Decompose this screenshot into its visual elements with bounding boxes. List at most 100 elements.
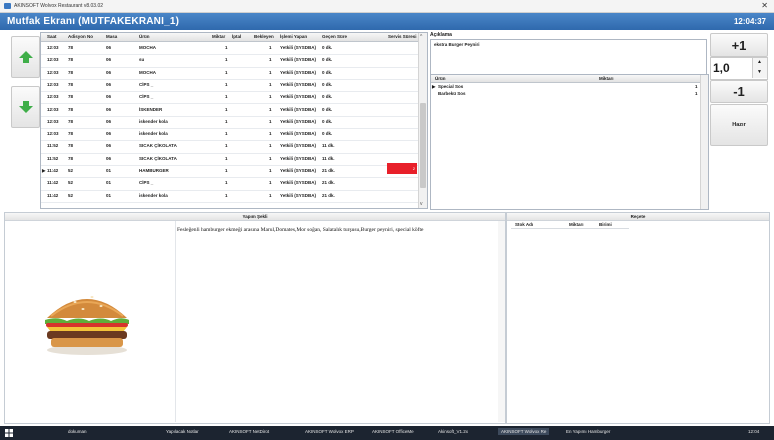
table-row[interactable]: 12:03 78 06 iskender kola 1 1 Yetkili (SYSDBA)… (41, 128, 427, 142)
close-icon[interactable]: ✕ (761, 1, 768, 10)
cell-masa: 06 (106, 94, 112, 100)
taskbar-item[interactable]: En Yapımı Hamburger (566, 429, 610, 434)
cell-saat: 11:52 (47, 143, 59, 149)
table-row[interactable]: 11:42 52 01 iskender kola 1 1 Yetkili (SYSDBA)… (41, 190, 427, 203)
col-iptal[interactable]: İptal (232, 34, 241, 39)
taskbar-item[interactable]: Yapılacak Notlar (166, 429, 199, 434)
cell-bekleyen: 1 (269, 192, 272, 198)
scroll-down-icon[interactable]: v (420, 201, 423, 207)
ekstra-row[interactable]: ▶ Special Sos 1 (431, 83, 701, 90)
cell-islemi-yapan: Yetkili (SYSDBA) (280, 180, 317, 186)
cell-masa: 06 (106, 57, 112, 63)
cell-gecen-sure: 21 dk. (322, 168, 335, 173)
ekstra-row[interactable]: Barbekü Sos 1 (431, 90, 701, 97)
cell-islemi-yapan: Yetkili (SYSDBA) (280, 118, 317, 124)
table-row[interactable]: 12:03 78 06 CİPS _ 1 1 Yetkili (SYSDBA) 0 dk. (41, 91, 427, 105)
cell-saat: 12:03 (47, 57, 59, 63)
col-masa[interactable]: Masa (106, 34, 117, 39)
cell-gecen-sure: 0 dk. (322, 69, 333, 75)
cell-urun: İSKENDER (139, 106, 163, 112)
scroll-down-button[interactable] (11, 86, 40, 128)
cell-saat: 11:42 (47, 180, 59, 186)
col-ekstra-miktar[interactable]: Miktarı (599, 76, 614, 81)
table-row[interactable]: 12:03 78 06 MOCHA 1 1 Yetkili (SYSDBA) 0 dk. (41, 42, 427, 56)
taskbar-item[interactable]: AKINSOFT Wolvox ERP (305, 429, 354, 434)
aciklama-textbox[interactable]: ekstra Burger Peyniri (430, 39, 707, 75)
col-miktar[interactable]: Miktar (212, 34, 225, 39)
cell-bekleyen: 1 (269, 155, 272, 161)
cell-saat: 12:03 (47, 69, 59, 75)
table-row[interactable]: 12:03 78 06 İSKENDER 1 1 Yetkili (SYSDBA) 0 dk. (41, 104, 427, 117)
cell-islemi-yapan: Yetkili (SYSDBA) (280, 57, 317, 63)
table-row[interactable]: 12:03 78 06 su 1 1 Yetkili (SYSDBA) 0 dk. (41, 54, 427, 68)
cell-gecen-sure: 0 dk. (322, 118, 333, 124)
ekstra-header: Ürün Miktarı (431, 75, 701, 83)
grid-scrollbar[interactable]: ^ v (418, 33, 427, 208)
table-row[interactable]: 11:52 78 06 SICAK ÇİKOLATA 1 1 Yetkili (SYSDBA… (41, 140, 427, 154)
col-urun[interactable]: Ürün (139, 34, 150, 39)
table-row[interactable]: ▶ 11:42 52 01 HAMBURGER 1 1 Yetkili (SYSDBA) 21 … (41, 165, 427, 179)
col-bekleyen[interactable]: Bekleyen (254, 34, 274, 39)
cell-masa: 06 (106, 81, 112, 87)
col-servis-suresi[interactable]: Servis Süresi (388, 34, 417, 39)
cell-saat: 12:03 (47, 81, 59, 87)
plus-one-button[interactable]: +1 (710, 33, 768, 57)
taskbar-item[interactable]: AKINSOFT NetDirot (229, 429, 269, 434)
scroll-thumb[interactable] (420, 103, 426, 188)
col-ekstra-urun[interactable]: Ürün (435, 76, 446, 81)
cell-masa: 06 (106, 155, 112, 161)
yapim-scrollbar[interactable] (498, 221, 505, 422)
taskbar-item[interactable]: dokuman (68, 429, 87, 434)
cell-gecen-sure: 11 dk. (322, 143, 335, 149)
yapim-panel: Yapım Şekli Fesleğenli hamburger ekmeği … (4, 212, 506, 424)
ekstra-name: Barbekü Sos (438, 91, 466, 96)
cell-miktar: 1 (225, 118, 228, 124)
cell-bekleyen: 1 (269, 94, 272, 100)
cell-miktar: 1 (225, 131, 228, 137)
cell-bekleyen: 1 (269, 118, 272, 124)
col-gecen-sure[interactable]: Geçen Süre (322, 34, 347, 39)
quantity-spin[interactable]: ▲ ▼ (752, 58, 767, 78)
spin-up-icon[interactable]: ▲ (757, 59, 762, 65)
scroll-up-icon[interactable]: ^ (420, 34, 422, 40)
table-row[interactable]: 12:03 78 06 MOCHA 1 1 Yetkili (SYSDBA) 0 dk. (41, 67, 427, 80)
quantity-stepper[interactable]: 1,0 ▲ ▼ (710, 57, 768, 80)
taskbar-item[interactable]: Akinsoft_V1.2x (438, 429, 468, 434)
col-islemi-yapan[interactable]: İşlemi Yapan (280, 34, 307, 39)
ekstra-grid[interactable]: Ürün Miktarı ▶ Special Sos 1 Barbekü Sos… (430, 74, 709, 210)
cell-adisyon: 78 (68, 57, 74, 63)
col-saat[interactable]: Saat (47, 34, 57, 39)
ekstra-scrollbar[interactable] (700, 75, 708, 209)
cell-saat: 11:42 (47, 168, 59, 173)
yapim-text: Fesleğenli hamburger ekmeği arasına Maru… (177, 227, 424, 233)
cell-urun: CİPS _ (139, 94, 154, 100)
col-adisyon[interactable]: Adisyon No (68, 34, 93, 39)
servis-alert-cell: 2 (387, 163, 417, 174)
cell-urun: HAMBURGER (139, 168, 169, 173)
ready-button[interactable]: Hazır (710, 104, 768, 146)
table-row[interactable]: 12:03 78 06 iskender kola 1 1 Yetkili (SYSDBA)… (41, 116, 427, 130)
taskbar-item-active[interactable]: AKINSOFT Wolvox Re (498, 428, 550, 435)
cell-masa: 01 (106, 180, 112, 186)
taskbar-item[interactable]: AKINSOFT OfficeMe (372, 429, 414, 434)
windows-start-icon[interactable] (5, 429, 13, 437)
col-recete-miktar[interactable]: Miktarı (569, 222, 584, 227)
table-row[interactable]: 11:42 52 01 CİPS _ 1 1 Yetkili (SYSDBA) 21 dk. (41, 177, 427, 191)
grid-header: Saat Adisyon No Masa Ürün Miktar İptal B… (41, 33, 427, 42)
cell-miktar: 1 (225, 143, 228, 149)
cell-islemi-yapan: Yetkili (SYSDBA) (280, 106, 317, 112)
cell-miktar: 1 (225, 69, 228, 75)
orders-grid[interactable]: Saat Adisyon No Masa Ürün Miktar İptal B… (40, 32, 428, 209)
minus-one-button[interactable]: -1 (710, 80, 768, 103)
table-row[interactable]: 12:03 78 06 CİPS _ 1 1 Yetkili (SYSDBA) 0 dk. (41, 79, 427, 93)
spin-down-icon[interactable]: ▼ (757, 69, 762, 75)
scroll-up-button[interactable] (11, 36, 40, 78)
table-row[interactable]: 11:52 78 06 SICAK ÇİKOLATA 1 1 Yetkili (SYSDBA… (41, 153, 427, 166)
cell-adisyon: 78 (68, 81, 74, 87)
col-birimi[interactable]: Birimi (599, 222, 612, 227)
col-stok-adi[interactable]: Stok Adı (515, 222, 533, 227)
cell-masa: 01 (106, 168, 112, 173)
ekstra-qty: 1 (695, 91, 698, 96)
cell-adisyon: 52 (68, 192, 74, 198)
cell-adisyon: 78 (68, 118, 74, 124)
